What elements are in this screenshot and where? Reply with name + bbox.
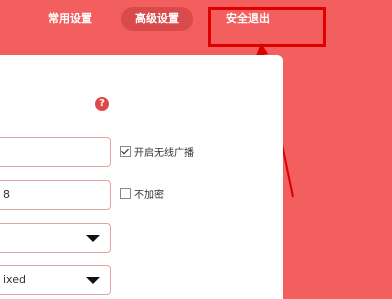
- wireless-mode-value: ixed: [3, 273, 26, 286]
- broadcast-label: 开启无线广播: [134, 148, 194, 159]
- broadcast-toggle[interactable]: 开启无线广播: [120, 146, 194, 160]
- ssid-input[interactable]: [0, 137, 111, 167]
- noencrypt-toggle[interactable]: 不加密: [120, 188, 164, 202]
- broadcast-checkbox[interactable]: [120, 146, 131, 157]
- noencrypt-checkbox[interactable]: [120, 188, 131, 199]
- chevron-down-icon[interactable]: [86, 277, 100, 284]
- chevron-down-icon[interactable]: [86, 235, 100, 242]
- noencrypt-label: 不加密: [134, 190, 164, 201]
- password-input[interactable]: 8: [0, 180, 111, 210]
- settings-panel: [0, 55, 283, 299]
- nav-common-settings[interactable]: 常用设置: [38, 7, 102, 31]
- nav-advanced-settings[interactable]: 高级设置: [121, 7, 193, 31]
- annotation-highlight-box: [208, 7, 326, 47]
- security-mode-select[interactable]: [0, 223, 111, 253]
- help-icon[interactable]: ?: [95, 97, 109, 111]
- wireless-mode-select[interactable]: ixed: [0, 265, 111, 295]
